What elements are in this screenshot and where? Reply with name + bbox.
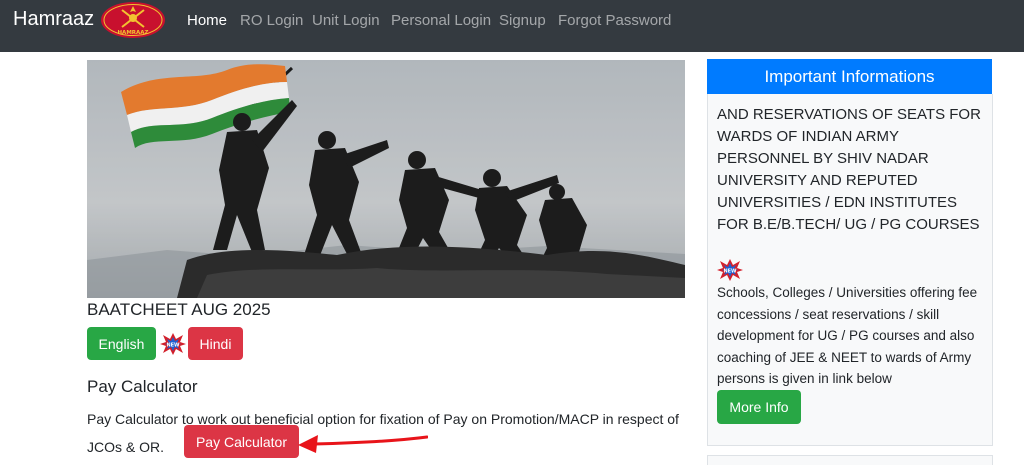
nav-forgot-password[interactable]: Forgot Password: [558, 12, 671, 29]
new-badge-icon: NEW: [160, 333, 186, 355]
section-title: BAATCHEET AUG 2025: [87, 300, 271, 319]
next-info-card: [707, 455, 993, 465]
army-emblem-logo[interactable]: HAMRAAZ: [100, 1, 166, 39]
new-badge-text: NEW: [166, 343, 180, 349]
new-badge-text: NEW: [723, 269, 737, 275]
brand-name[interactable]: Hamraaz: [13, 8, 94, 31]
emblem-label: HAMRAAZ: [117, 30, 148, 36]
nav-personal-login[interactable]: Personal Login: [391, 12, 491, 29]
info-text: Schools, Colleges / Universities offerin…: [717, 285, 978, 386]
new-badge-icon: NEW: [717, 259, 743, 281]
nav-unit-login[interactable]: Unit Login: [312, 12, 380, 29]
info-heading: AND RESERVATIONS OF SEATS FOR WARDS OF I…: [717, 106, 981, 233]
important-informations-header: Important Informations: [707, 59, 992, 94]
hindi-button[interactable]: Hindi: [188, 327, 243, 360]
nav-signup[interactable]: Signup: [499, 12, 546, 29]
english-button[interactable]: English: [87, 327, 156, 360]
hero-war-memorial-image: [87, 60, 685, 298]
nav-home[interactable]: Home: [187, 12, 227, 29]
top-navbar: Hamraaz HAMRAAZ Home RO Login Unit Login…: [0, 0, 1024, 52]
more-info-button[interactable]: More Info: [717, 390, 801, 424]
pay-calculator-button[interactable]: Pay Calculator: [184, 425, 299, 458]
red-arrow-icon: [298, 435, 428, 453]
nav-ro-login[interactable]: RO Login: [240, 12, 303, 29]
important-informations-card: AND RESERVATIONS OF SEATS FOR WARDS OF I…: [707, 94, 993, 446]
pay-calculator-title: Pay Calculator: [87, 377, 198, 396]
